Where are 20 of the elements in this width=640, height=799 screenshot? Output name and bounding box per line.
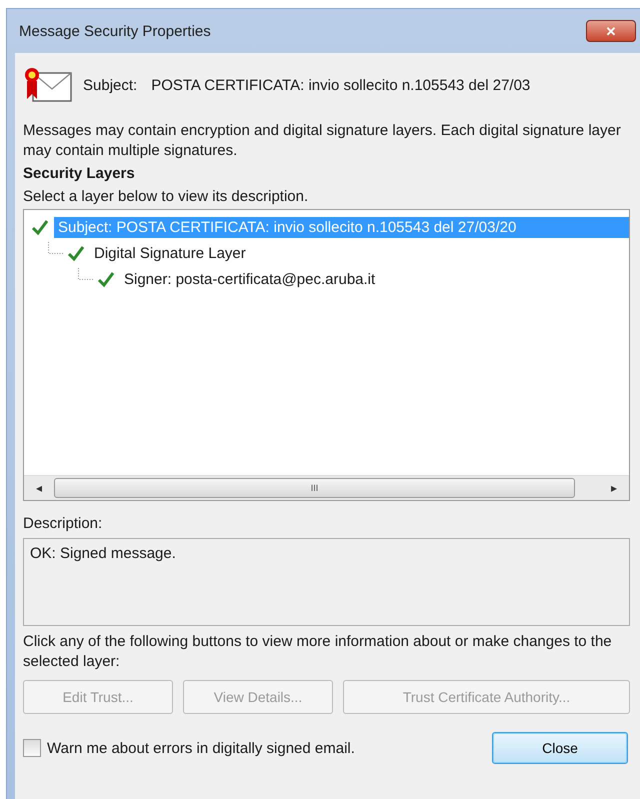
scrollbar-thumb[interactable]: III: [54, 478, 575, 498]
tree-item[interactable]: Signer: posta-certificata@pec.aruba.it: [120, 268, 380, 290]
buttons-hint-text: Click any of the following buttons to view more information about or make changes to the selected layer:: [23, 632, 613, 672]
tree-connector: [48, 242, 64, 254]
intro-text: Messages may contain encryption and digital signature layers. Each digital signature layer may contain multiple signatures.: [23, 121, 622, 161]
subject-value: POSTA CERTIFICATA: invio sollecito n.105543 del 27/03: [151, 76, 530, 94]
description-box: OK: Signed message.: [23, 538, 630, 626]
hint-text: Select a layer below to view its description.: [23, 188, 310, 205]
tree-connector: [78, 268, 94, 280]
checkbox[interactable]: [23, 739, 41, 757]
close-button[interactable]: Close: [492, 732, 628, 764]
window-title: Message Security Properties: [18, 22, 211, 40]
scroll-left-arrow[interactable]: ◂: [24, 481, 54, 495]
horizontal-scrollbar[interactable]: ◂ III ▸: [24, 475, 629, 500]
section-heading: Security Layers: [23, 165, 136, 182]
description-label: Description:: [23, 515, 104, 532]
subject-label: Subject:: [83, 76, 138, 94]
scroll-right-arrow[interactable]: ▸: [599, 481, 629, 495]
tree-item[interactable]: Digital Signature Layer: [90, 242, 250, 264]
checkbox-label[interactable]: Warn me about errors in digitally signed email.: [47, 740, 492, 756]
